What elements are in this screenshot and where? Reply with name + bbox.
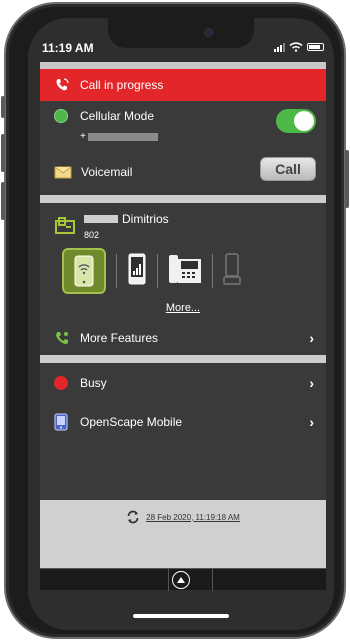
voicemail-label: Voicemail — [81, 165, 133, 179]
mobile-phone-device-icon — [128, 253, 146, 284]
phone-ringing-icon — [56, 78, 69, 91]
device-handset[interactable] — [223, 252, 241, 290]
more-devices-link[interactable]: More... — [40, 299, 326, 321]
phone-frame: 11:19 AM Call in progress Cellular Mode … — [4, 2, 346, 639]
voicemail-row[interactable]: Voicemail Call — [40, 149, 326, 195]
smartphone-device-icon — [74, 255, 94, 287]
toggle-knob — [294, 111, 314, 131]
voicemail-envelope-icon — [54, 166, 72, 179]
battery-icon — [307, 43, 324, 51]
sync-timestamp: 28 Feb 2020, 11:19:18 AM — [146, 512, 240, 522]
user-device-icon — [55, 217, 75, 234]
cellular-mode-label: Cellular Mode — [80, 109, 155, 123]
more-features-row[interactable]: More Features › — [40, 321, 326, 355]
mute-switch — [1, 96, 5, 118]
cellular-number-prefix: + — [80, 131, 86, 142]
call-banner-label: Call in progress — [80, 78, 164, 92]
handset-device-icon — [223, 252, 241, 285]
device-smartphone-selected[interactable] — [62, 248, 106, 294]
device-divider — [212, 254, 213, 288]
desk-phone-device-icon — [169, 254, 201, 283]
phone-screen: 11:19 AM Call in progress Cellular Mode … — [28, 18, 334, 630]
app-content: Call in progress Cellular Mode + Voicema… — [40, 62, 326, 591]
section-divider — [40, 195, 326, 203]
wifi-icon — [289, 42, 303, 52]
status-time: 11:19 AM — [42, 41, 94, 55]
voicemail-call-button[interactable]: Call — [260, 157, 316, 181]
presence-label: Busy — [80, 376, 107, 390]
refresh-icon — [127, 510, 139, 524]
device-mobile[interactable] — [127, 253, 147, 290]
bottom-toolbar — [40, 568, 326, 591]
masked-phone-number — [87, 132, 158, 141]
openscape-mobile-label: OpenScape Mobile — [80, 415, 183, 429]
device-desk-phone[interactable] — [168, 253, 202, 290]
expand-up-button[interactable] — [172, 571, 190, 589]
chevron-right-icon: › — [309, 375, 314, 391]
more-features-label: More Features — [80, 331, 159, 345]
volume-down-button — [1, 182, 5, 220]
chevron-right-icon: › — [309, 330, 314, 346]
device-divider — [116, 254, 117, 288]
volume-up-button — [1, 134, 5, 172]
cellular-mode-row: Cellular Mode + — [40, 101, 326, 149]
masked-first-name — [84, 215, 118, 223]
toolbar-divider — [168, 569, 169, 591]
chevron-right-icon: › — [309, 414, 314, 430]
openscape-mobile-row[interactable]: OpenScape Mobile › — [40, 403, 326, 441]
sync-status[interactable]: 28 Feb 2020, 11:19:18 AM — [40, 510, 326, 524]
device-selector — [40, 243, 326, 299]
home-indicator[interactable] — [133, 614, 229, 618]
status-icons — [274, 42, 324, 52]
section-divider — [40, 355, 326, 363]
cellular-mode-toggle[interactable] — [276, 109, 316, 133]
power-button — [345, 150, 349, 208]
user-name: Dimitrios — [122, 212, 169, 226]
presence-status-icon — [54, 376, 68, 390]
device-divider — [157, 254, 158, 288]
signal-icon — [274, 42, 285, 52]
notch — [108, 18, 254, 48]
call-in-progress-banner[interactable]: Call in progress — [40, 69, 326, 101]
top-divider — [40, 62, 326, 69]
user-row: Dimitrios 802 — [40, 203, 326, 243]
triangle-up-icon — [177, 577, 185, 583]
cellular-status-icon — [54, 109, 68, 123]
phone-features-icon — [56, 332, 68, 344]
openscape-mobile-app-icon — [54, 413, 68, 431]
camera-icon — [204, 28, 213, 37]
user-extension: 802 — [84, 230, 100, 240]
toolbar-divider — [212, 569, 213, 591]
presence-row[interactable]: Busy › — [40, 363, 326, 403]
